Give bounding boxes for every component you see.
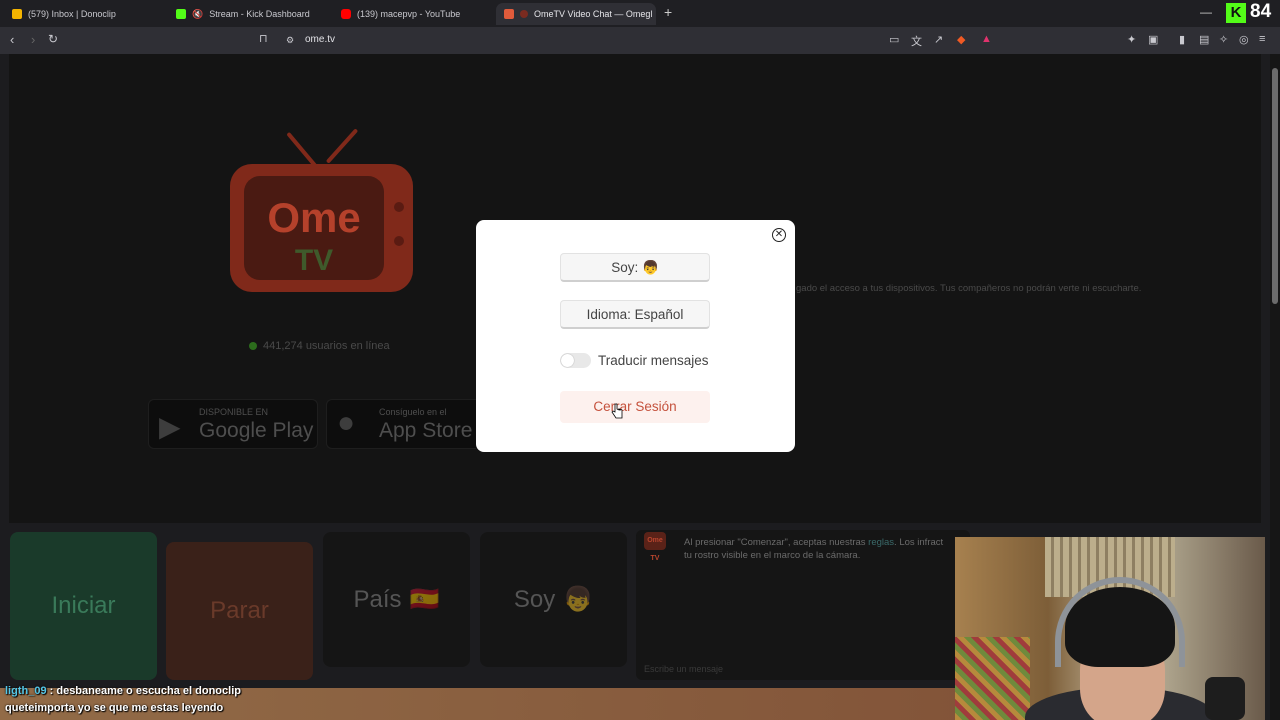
chat-text: : desbaneame o escucha el donoclip: [46, 685, 241, 697]
vpn-icon[interactable]: ◎: [1239, 33, 1249, 46]
spain-flag-icon: 🇪🇸: [409, 586, 440, 613]
tab-title: (139) macepvp - YouTube: [357, 9, 461, 19]
translate-icon[interactable]: 文: [911, 33, 922, 49]
rules-link[interactable]: reglas: [868, 537, 894, 548]
app-store-badge[interactable]: ● Consíguelo en el App Store: [326, 399, 476, 449]
tab-donoclip[interactable]: (579) Inbox | Donoclip: [4, 3, 164, 25]
viewer-count: 84: [1250, 1, 1272, 22]
gender-label: Soy: [513, 585, 556, 613]
chat-username: ligth_09: [5, 685, 47, 697]
scrollbar[interactable]: [1270, 54, 1280, 720]
mute-icon: 🔇: [192, 8, 204, 19]
stop-label: Parar: [210, 597, 269, 624]
google-play-icon: ▶: [159, 411, 181, 442]
ometv-favicon-icon: [504, 9, 514, 19]
stream-chat-line: ligth_09 : desbaneame o escucha el donoc…: [5, 685, 241, 697]
screenshot-icon[interactable]: ▣: [1148, 33, 1158, 46]
leo-ai-icon[interactable]: ✧: [1219, 33, 1228, 46]
tab-ometv[interactable]: OmeTV Video Chat — Omegl ✕: [496, 3, 656, 25]
youtube-favicon-icon: [341, 9, 351, 19]
url-field[interactable]: ome.tv: [305, 34, 335, 45]
tab-title: (579) Inbox | Donoclip: [28, 9, 116, 19]
badge-big-text: Google Play: [199, 419, 314, 442]
chat-input[interactable]: Escribe un mensaje: [644, 664, 723, 674]
webcam-overlay: [955, 537, 1265, 720]
donoclip-favicon-icon: [12, 9, 22, 19]
logo-text-tv: TV: [294, 244, 334, 277]
google-play-badge[interactable]: ▶ DISPONIBLE EN Google Play: [148, 399, 318, 449]
webcam-gift: [955, 637, 1030, 720]
forward-icon[interactable]: ›: [31, 32, 35, 47]
settings-modal: ✕ Soy: 👦 Idioma: Español Traducir mensaj…: [476, 220, 795, 452]
start-button[interactable]: Iniciar: [10, 532, 157, 680]
chat-notice-text: . Los infract: [894, 537, 944, 548]
online-dot-icon: [249, 342, 257, 350]
menu-icon[interactable]: ≡: [1259, 33, 1265, 45]
tv-knob: [394, 236, 404, 246]
ometv-logo: Ome TV: [230, 164, 413, 292]
country-label: País: [353, 585, 402, 613]
permission-notice: gado el acceso a tus dispositivos. Tus c…: [796, 283, 1142, 294]
toggle-knob: [561, 354, 574, 367]
cast-icon[interactable]: ▭: [889, 33, 899, 46]
address-bar: ‹ › ↻ ⊓ ⚙ ome.tv ▭ 文 ↗ ◆ ▲ ✦ ▣ ▮ ▤ ✧ ◎ ≡: [0, 27, 1280, 54]
badge-small-text: DISPONIBLE EN: [199, 407, 269, 417]
translate-toggle[interactable]: [560, 353, 591, 368]
stop-button[interactable]: Parar: [166, 542, 313, 680]
tab-youtube[interactable]: (139) macepvp - YouTube: [333, 3, 493, 25]
hand-cursor-icon: [611, 403, 623, 419]
chat-notice-text: tu rostro visible en el marco de la cáma…: [684, 549, 861, 561]
stream-chat-line: queteimporta yo se que me estas leyendo: [5, 702, 223, 714]
close-icon[interactable]: ✕: [772, 228, 786, 242]
recording-icon: [520, 10, 528, 18]
new-tab-button[interactable]: +: [664, 4, 672, 20]
wallet-icon[interactable]: ▤: [1199, 33, 1209, 46]
kick-favicon-icon: [176, 9, 186, 19]
chat-ometv-logo: Ome TV: [644, 532, 666, 562]
tab-title: OmeTV Video Chat — Omegl: [534, 9, 653, 19]
extensions-icon[interactable]: ✦: [1127, 33, 1136, 46]
tab-kick-dashboard[interactable]: 🔇 Stream - Kick Dashboard: [168, 3, 328, 25]
logout-button[interactable]: Cerrar Sesión: [560, 391, 710, 423]
chat-notice-text: Al presionar "Comenzar", aceptas nuestra…: [684, 537, 869, 548]
badge-small-text: Consíguelo en el: [379, 407, 447, 417]
tab-title: Stream - Kick Dashboard: [209, 9, 310, 19]
gender-select-button[interactable]: Soy: 👦: [560, 253, 710, 282]
chat-notice: Al presionar "Comenzar", aceptas nuestra…: [684, 537, 974, 562]
apple-icon: ●: [337, 406, 356, 439]
gender-button[interactable]: Soy 👦: [480, 532, 627, 667]
online-users: 441,274 usuarios en línea: [249, 340, 390, 352]
share-icon[interactable]: ↗: [934, 33, 943, 46]
sidebar-icon[interactable]: ▮: [1179, 33, 1185, 46]
brave-shield-icon[interactable]: ◆: [957, 33, 965, 46]
back-icon[interactable]: ‹: [10, 32, 14, 47]
bookmark-icon[interactable]: ⊓: [259, 32, 268, 45]
site-info-icon[interactable]: ⚙: [286, 35, 294, 46]
country-button[interactable]: País 🇪🇸: [323, 532, 470, 667]
language-select-button[interactable]: Idioma: Español: [560, 300, 710, 329]
logo-text-ome: Ome: [267, 194, 361, 241]
kick-logo: K: [1226, 3, 1246, 23]
brave-rewards-icon[interactable]: ▲: [981, 33, 992, 45]
boy-emoji-icon: 👦: [563, 586, 594, 613]
reload-icon[interactable]: ↻: [48, 32, 58, 46]
translate-label: Traducir mensajes: [598, 353, 709, 368]
microphone-icon: [1205, 677, 1245, 720]
tab-strip: (579) Inbox | Donoclip 🔇 Stream - Kick D…: [0, 0, 1280, 27]
chat-text: queteimporta yo se que me estas leyendo: [5, 702, 224, 714]
minimize-icon[interactable]: —: [1200, 5, 1212, 19]
start-label: Iniciar: [51, 592, 116, 619]
scrollbar-thumb[interactable]: [1272, 68, 1278, 304]
online-count-text: 441,274 usuarios en línea: [263, 340, 390, 352]
badge-big-text: App Store: [379, 419, 473, 442]
tv-knob: [394, 202, 404, 212]
